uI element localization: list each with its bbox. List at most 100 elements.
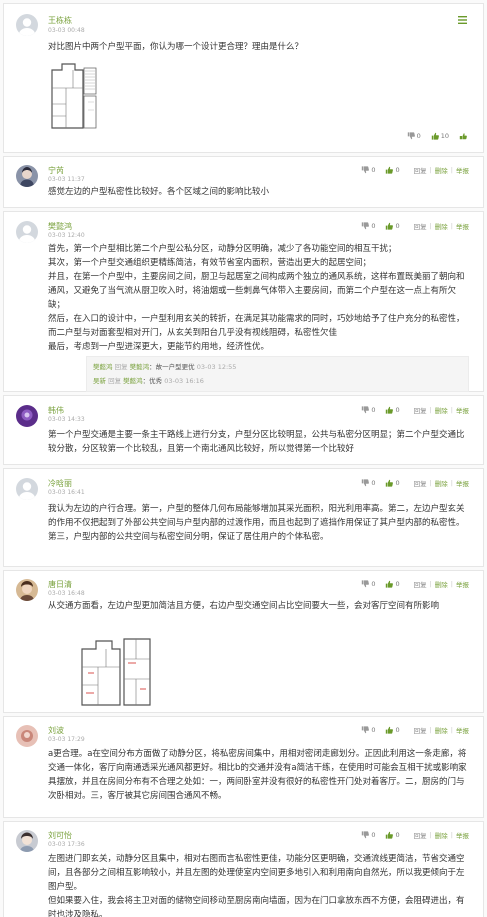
separator: | bbox=[450, 726, 453, 734]
reply-link[interactable]: 回复 bbox=[414, 725, 427, 735]
avatar[interactable] bbox=[16, 221, 38, 243]
avatar[interactable] bbox=[16, 478, 38, 500]
delete-link[interactable]: 删除 bbox=[435, 579, 448, 589]
avatar[interactable] bbox=[16, 165, 38, 187]
like-button[interactable]: 0 bbox=[385, 166, 400, 174]
dislike-button[interactable]: 0 bbox=[361, 580, 375, 588]
comment-button[interactable]: 10 bbox=[431, 132, 449, 140]
answer-text: 左图进门即玄关，动静分区且集中，相对右图而言私密性更佳，功能分区更明确，交通流线… bbox=[48, 852, 469, 917]
thumb-down-icon bbox=[361, 222, 369, 230]
answer-post: 韩伟 03-03 14:33 0 0 回复 | 删除 | 举报 第一个户型交通是… bbox=[3, 395, 484, 465]
answer-actions: 0 0 回复 | 删除 | 举报 bbox=[351, 478, 469, 488]
author-name[interactable]: 冷晗丽 bbox=[48, 478, 72, 489]
thumb-down-icon bbox=[361, 166, 369, 174]
delete-link[interactable]: 删除 bbox=[435, 221, 448, 231]
delete-link[interactable]: 删除 bbox=[435, 830, 448, 840]
avatar[interactable] bbox=[16, 725, 38, 747]
reply-link[interactable]: 回复 bbox=[414, 830, 427, 840]
avatar[interactable] bbox=[16, 830, 38, 852]
floor-plan-image[interactable] bbox=[76, 633, 156, 707]
answer-text: 第一个户型交通是主要一条主干路线上进行分支，户型分区比较明显，公共与私密分区明显… bbox=[48, 428, 469, 456]
share-button[interactable] bbox=[459, 132, 469, 140]
reply-verb: 回复 bbox=[114, 363, 128, 371]
answer-paragraph: 其次，第一个户型交通组织更精练简洁，有效节省室内面积，营造出更大的起居空间； bbox=[48, 258, 372, 268]
like-button[interactable]: 0 bbox=[385, 580, 400, 588]
like-button[interactable]: 0 bbox=[385, 406, 400, 414]
thumb-up-icon bbox=[385, 406, 393, 414]
like-count: 0 bbox=[395, 726, 400, 734]
answer-post: 宁芮 03-03 11:37 0 0 回复 | 删除 | 举报 感觉左边的户型私… bbox=[3, 156, 484, 208]
author-name[interactable]: 王栋栋 bbox=[48, 15, 72, 26]
author-name[interactable]: 刘波 bbox=[48, 725, 64, 736]
separator: | bbox=[429, 831, 432, 839]
report-link[interactable]: 举报 bbox=[456, 405, 469, 415]
dislike-button[interactable]: 0 bbox=[361, 726, 375, 734]
dislike-count: 0 bbox=[371, 580, 376, 588]
thumb-up-icon bbox=[385, 222, 393, 230]
like-count: 0 bbox=[416, 132, 421, 140]
report-link[interactable]: 举报 bbox=[456, 830, 469, 840]
reply-link[interactable]: 回复 bbox=[414, 405, 427, 415]
post-date: 03-03 17:29 bbox=[48, 736, 85, 743]
author-name[interactable]: 宁芮 bbox=[48, 165, 64, 176]
delete-link[interactable]: 删除 bbox=[435, 478, 448, 488]
dislike-button[interactable]: 0 bbox=[361, 831, 375, 839]
post-date: 03-03 16:41 bbox=[48, 489, 85, 496]
reply-link[interactable]: 回复 bbox=[414, 579, 427, 589]
answer-paragraph: 感觉左边的户型私密性比较好。各个区域之间的影响比较小 bbox=[48, 187, 270, 197]
separator: | bbox=[429, 166, 432, 174]
dislike-button[interactable]: 0 bbox=[361, 479, 375, 487]
report-link[interactable]: 举报 bbox=[456, 478, 469, 488]
reply-link[interactable]: 回复 bbox=[414, 221, 427, 231]
reply-link[interactable]: 回复 bbox=[414, 478, 427, 488]
delete-link[interactable]: 删除 bbox=[435, 405, 448, 415]
post-date: 03-03 12:40 bbox=[48, 232, 85, 239]
like-count: 0 bbox=[395, 406, 400, 414]
report-link[interactable]: 举报 bbox=[456, 165, 469, 175]
avatar[interactable] bbox=[16, 579, 38, 601]
author-name[interactable]: 唐日清 bbox=[48, 579, 72, 590]
floor-plan-image[interactable] bbox=[48, 58, 100, 132]
report-link[interactable]: 举报 bbox=[456, 221, 469, 231]
reply-target[interactable]: 樊懿鸿 bbox=[123, 377, 143, 385]
answer-paragraph: 首先，第一个户型相比第二个户型公私分区，动静分区明确，减少了各功能空间的相互干扰… bbox=[48, 244, 397, 254]
like-count: 0 bbox=[395, 580, 400, 588]
reply-target[interactable]: 樊懿鸿 bbox=[130, 363, 150, 371]
report-link[interactable]: 举报 bbox=[456, 725, 469, 735]
question-text: 对比图片中两个户型平面，你认为哪一个设计更合理？理由是什么？ bbox=[48, 42, 304, 52]
delete-link[interactable]: 删除 bbox=[435, 165, 448, 175]
delete-link[interactable]: 删除 bbox=[435, 725, 448, 735]
dislike-button[interactable]: 0 bbox=[361, 406, 375, 414]
author-name[interactable]: 樊懿鸿 bbox=[48, 221, 72, 232]
answer-actions: 0 0 回复 | 删除 | 举报 bbox=[351, 579, 469, 589]
separator: | bbox=[450, 580, 453, 588]
reply-link[interactable]: 回复 bbox=[414, 165, 427, 175]
reply-author[interactable]: 吴新 bbox=[93, 377, 106, 385]
nested-reply: 樊懿鸿 回复 樊懿鸿：故一户型更优 03-03 12:55 bbox=[93, 360, 462, 374]
nested-replies: 樊懿鸿 回复 樊懿鸿：故一户型更优 03-03 12:55 吴新 回复 樊懿鸿：… bbox=[86, 356, 469, 392]
like-button[interactable]: 0 bbox=[407, 132, 421, 140]
avatar[interactable] bbox=[16, 14, 38, 36]
like-button[interactable]: 0 bbox=[385, 479, 400, 487]
answer-paragraph: 但如果要入住，我会将主卫对面的储物空间移动至厨房南向墙面，因为在门口拿放东西不方… bbox=[48, 896, 465, 917]
answer-actions: 0 0 回复 | 删除 | 举报 bbox=[351, 165, 469, 175]
thumb-down-icon bbox=[361, 479, 369, 487]
dislike-button[interactable]: 0 bbox=[361, 222, 375, 230]
answer-actions: 0 0 回复 | 删除 | 举报 bbox=[351, 405, 469, 415]
dislike-button[interactable]: 0 bbox=[361, 166, 375, 174]
dislike-count: 0 bbox=[371, 166, 376, 174]
menu-icon[interactable] bbox=[458, 16, 467, 26]
reply-author[interactable]: 樊懿鸿 bbox=[93, 363, 113, 371]
author-name[interactable]: 刘可怡 bbox=[48, 830, 72, 841]
like-button[interactable]: 0 bbox=[385, 726, 400, 734]
avatar[interactable] bbox=[16, 405, 38, 427]
post-date: 03-03 14:33 bbox=[48, 416, 85, 423]
author-name[interactable]: 韩伟 bbox=[48, 405, 64, 416]
like-button[interactable]: 0 bbox=[385, 831, 400, 839]
thumb-down-icon bbox=[361, 580, 369, 588]
like-button[interactable]: 0 bbox=[385, 222, 400, 230]
post-date: 03-03 11:37 bbox=[48, 176, 85, 183]
dislike-count: 0 bbox=[371, 479, 376, 487]
reply-text: ：优秀 bbox=[142, 377, 163, 385]
report-link[interactable]: 举报 bbox=[456, 579, 469, 589]
